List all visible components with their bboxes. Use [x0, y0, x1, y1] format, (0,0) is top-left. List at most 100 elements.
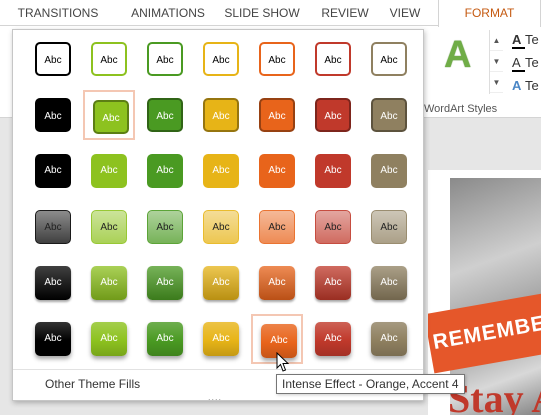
wordart-style-preview[interactable]: A [444, 34, 471, 77]
style-swatch-label: Abc [147, 154, 183, 188]
style-swatch-label: Abc [35, 210, 71, 244]
tab-view[interactable]: VIEW [382, 0, 428, 26]
style-swatch-label: Abc [91, 266, 127, 300]
style-swatch-r5-c1[interactable]: Abc [27, 258, 79, 308]
style-swatch-label: Abc [147, 210, 183, 244]
style-swatch-label: Abc [315, 42, 351, 76]
style-swatch-label: Abc [259, 42, 295, 76]
style-swatch-label: Abc [315, 154, 351, 188]
style-swatch-r4-c6[interactable]: Abc [307, 202, 359, 252]
style-swatch-r6-c2[interactable]: Abc [83, 314, 135, 364]
style-swatch-r1-c6[interactable]: Abc [307, 34, 359, 84]
style-swatch-r6-c4[interactable]: Abc [195, 314, 247, 364]
style-swatch-label: Abc [315, 210, 351, 244]
scroll-down-icon[interactable]: ▼ [490, 51, 503, 72]
style-swatch-r5-c3[interactable]: Abc [139, 258, 191, 308]
style-swatch-r4-c2[interactable]: Abc [83, 202, 135, 252]
style-swatch-r3-c5[interactable]: Abc [251, 146, 303, 196]
style-swatch-r1-c3[interactable]: Abc [139, 34, 191, 84]
style-swatch-label: Abc [91, 42, 127, 76]
style-swatch-r2-c7[interactable]: Abc [363, 90, 415, 140]
style-swatch-r3-c3[interactable]: Abc [139, 146, 191, 196]
text-fill-button[interactable]: A Te [512, 32, 539, 49]
style-swatch-r3-c2[interactable]: Abc [83, 146, 135, 196]
style-swatch-label: Abc [315, 266, 351, 300]
style-swatch-r4-c4[interactable]: Abc [195, 202, 247, 252]
style-swatch-r1-c1[interactable]: Abc [27, 34, 79, 84]
text-fill-icon: A [512, 32, 525, 49]
style-swatch-r5-c5[interactable]: Abc [251, 258, 303, 308]
text-effects-icon: A [512, 78, 522, 93]
text-outline-button[interactable]: A Te [512, 55, 539, 72]
style-swatch-label: Abc [91, 210, 127, 244]
style-swatch-label: Abc [203, 266, 239, 300]
style-swatch-label: Abc [259, 154, 295, 188]
style-swatch-r2-c1[interactable]: Abc [27, 90, 79, 140]
style-swatch-r6-c1[interactable]: Abc [27, 314, 79, 364]
style-swatch-label: Abc [91, 322, 127, 356]
style-swatch-r5-c4[interactable]: Abc [195, 258, 247, 308]
style-swatch-r1-c5[interactable]: Abc [251, 34, 303, 84]
other-theme-fills-item[interactable]: Other Theme Fills [45, 377, 140, 391]
style-swatch-label: Abc [35, 322, 71, 356]
style-swatch-r5-c2[interactable]: Abc [83, 258, 135, 308]
style-swatch-r4-c7[interactable]: Abc [363, 202, 415, 252]
style-swatch-r2-c6[interactable]: Abc [307, 90, 359, 140]
style-swatch-r2-c5[interactable]: Abc [251, 90, 303, 140]
style-swatch-label: Abc [35, 98, 71, 132]
tab-review[interactable]: REVIEW [316, 0, 374, 26]
style-swatch-r2-c2[interactable]: Abc [83, 90, 135, 140]
style-swatch-r6-c3[interactable]: Abc [139, 314, 191, 364]
style-swatch-r3-c4[interactable]: Abc [195, 146, 247, 196]
style-swatch-label: Abc [147, 322, 183, 356]
style-swatch-label: Abc [259, 266, 295, 300]
tab-animations[interactable]: ANIMATIONS [118, 0, 218, 26]
style-swatch-r6-c6[interactable]: Abc [307, 314, 359, 364]
tab-transitions[interactable]: TRANSITIONS [4, 0, 112, 26]
style-swatch-label: Abc [371, 154, 407, 188]
style-swatch-r4-c5[interactable]: Abc [251, 202, 303, 252]
style-swatch-label: Abc [35, 42, 71, 76]
scroll-up-icon[interactable]: ▲ [490, 30, 503, 51]
style-swatch-r5-c6[interactable]: Abc [307, 258, 359, 308]
mouse-pointer-icon [276, 352, 290, 372]
style-swatch-r2-c3[interactable]: Abc [139, 90, 191, 140]
shape-styles-gallery: Abc Abc Abc Abc Abc Abc Abc Abc Abc Abc Abc Abc Abc A… [12, 29, 424, 402]
style-swatch-r1-c7[interactable]: Abc [363, 34, 415, 84]
wordart-gallery-scroll[interactable]: ▲ ▼ ▼ [489, 30, 503, 94]
style-swatch-label: Abc [147, 266, 183, 300]
resize-grip[interactable]: .... [208, 392, 222, 402]
style-swatch-r3-c6[interactable]: Abc [307, 146, 359, 196]
style-swatch-label: Abc [93, 100, 129, 134]
style-swatch-r4-c3[interactable]: Abc [139, 202, 191, 252]
text-outline-icon: A [512, 55, 525, 72]
style-swatch-label: Abc [315, 98, 351, 132]
style-swatch-label: Abc [371, 42, 407, 76]
style-swatch-label: Abc [203, 154, 239, 188]
text-fill-label: Te [525, 32, 539, 47]
style-swatch-label: Abc [35, 154, 71, 188]
text-effects-button[interactable]: A Te [512, 78, 539, 93]
style-swatch-label: Abc [147, 98, 183, 132]
style-tooltip: Intense Effect - Orange, Accent 4 [276, 374, 465, 394]
style-swatch-r5-c7[interactable]: Abc [363, 258, 415, 308]
style-swatch-label: Abc [203, 210, 239, 244]
style-swatch-label: Abc [203, 322, 239, 356]
tab-format[interactable]: FORMAT [438, 0, 541, 27]
style-swatch-r2-c4[interactable]: Abc [195, 90, 247, 140]
text-outline-label: Te [525, 55, 539, 70]
style-swatch-label: Abc [203, 42, 239, 76]
style-swatch-label: Abc [35, 266, 71, 300]
gallery-more-icon[interactable]: ▼ [490, 72, 503, 93]
style-swatch-label: Abc [371, 98, 407, 132]
style-swatch-label: Abc [91, 154, 127, 188]
style-swatch-label: Abc [371, 210, 407, 244]
tab-slide-show[interactable]: SLIDE SHOW [222, 0, 302, 26]
style-swatch-r1-c2[interactable]: Abc [83, 34, 135, 84]
style-swatch-r3-c1[interactable]: Abc [27, 146, 79, 196]
ribbon-tab-bar: TRANSITIONS ANIMATIONS SLIDE SHOW REVIEW… [0, 0, 541, 27]
style-swatch-r1-c4[interactable]: Abc [195, 34, 247, 84]
style-swatch-r6-c7[interactable]: Abc [363, 314, 415, 364]
style-swatch-r3-c7[interactable]: Abc [363, 146, 415, 196]
style-swatch-r4-c1[interactable]: Abc [27, 202, 79, 252]
